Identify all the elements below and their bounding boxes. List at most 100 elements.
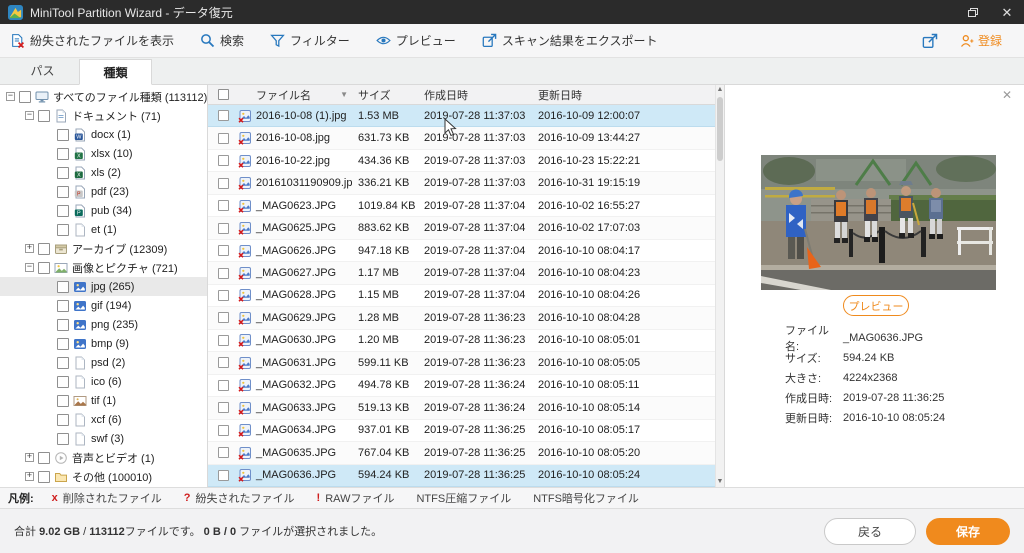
row-checkbox[interactable]	[217, 357, 229, 369]
tree-checkbox[interactable]	[57, 223, 69, 236]
row-checkbox[interactable]	[217, 110, 229, 122]
table-row[interactable]: _MAG0633.JPG 519.13 KB 2019-07-28 11:36:…	[208, 397, 715, 420]
column-header-filename[interactable]: ファイル名 ▼	[238, 87, 352, 103]
scroll-down-icon[interactable]: ▼	[716, 477, 724, 487]
tree-item[interactable]: X xlsx (10)	[0, 144, 207, 163]
tree-item[interactable]: − ドキュメント (71)	[0, 106, 207, 125]
tree-checkbox[interactable]	[57, 375, 69, 388]
tree-checkbox[interactable]	[57, 280, 69, 293]
expander-icon[interactable]: −	[6, 92, 15, 101]
table-row[interactable]: _MAG0630.JPG 1.20 MB 2019-07-28 11:36:23…	[208, 330, 715, 353]
table-row[interactable]: _MAG0628.JPG 1.15 MB 2019-07-28 11:37:04…	[208, 285, 715, 308]
tree-item[interactable]: P pub (34)	[0, 201, 207, 220]
toolbar-button-export[interactable]: スキャン結果をエクスポート	[482, 32, 657, 49]
tree-item[interactable]: − 画像とピクチャ (721)	[0, 258, 207, 277]
tree-checkbox[interactable]	[57, 432, 69, 445]
tree-item[interactable]: + その他 (100010)	[0, 467, 207, 486]
close-window-button[interactable]: ✕	[990, 0, 1024, 24]
row-checkbox[interactable]	[217, 334, 229, 346]
table-scrollbar[interactable]: ▲ ▼	[715, 85, 724, 487]
table-row[interactable]: 2016-10-08 (1).jpg 1.53 MB 2019-07-28 11…	[208, 105, 715, 128]
expander-icon[interactable]: +	[25, 472, 34, 481]
column-header-modified[interactable]: 更新日時	[532, 87, 715, 103]
row-checkbox[interactable]	[217, 379, 229, 391]
tree-item[interactable]: X xls (2)	[0, 163, 207, 182]
table-row[interactable]: _MAG0625.JPG 883.62 KB 2019-07-28 11:37:…	[208, 217, 715, 240]
tree-item[interactable]: swf (3)	[0, 429, 207, 448]
table-row[interactable]: _MAG0627.JPG 1.17 MB 2019-07-28 11:37:04…	[208, 262, 715, 285]
export-icon[interactable]	[922, 33, 938, 49]
scroll-up-icon[interactable]: ▲	[716, 85, 724, 95]
tree-item[interactable]: tif (1)	[0, 391, 207, 410]
tree-item[interactable]: et (1)	[0, 220, 207, 239]
tab-path[interactable]: パス	[6, 58, 79, 84]
tree-checkbox[interactable]	[38, 242, 50, 255]
table-row[interactable]: 2016-10-22.jpg 434.36 KB 2019-07-28 11:3…	[208, 150, 715, 173]
tree-checkbox[interactable]	[38, 470, 50, 483]
row-checkbox[interactable]	[217, 289, 229, 301]
table-row[interactable]: _MAG0635.JPG 767.04 KB 2019-07-28 11:36:…	[208, 442, 715, 465]
tree-checkbox[interactable]	[57, 204, 69, 217]
row-checkbox[interactable]	[217, 447, 229, 459]
tree-item[interactable]: P pdf (23)	[0, 182, 207, 201]
restore-window-button[interactable]	[956, 0, 990, 24]
row-checkbox[interactable]	[217, 200, 229, 212]
table-row[interactable]: _MAG0631.JPG 599.11 KB 2019-07-28 11:36:…	[208, 352, 715, 375]
preview-button[interactable]: プレビュー	[843, 295, 909, 316]
tree-item[interactable]: ico (6)	[0, 372, 207, 391]
tree-checkbox[interactable]	[57, 413, 69, 426]
tree-checkbox[interactable]	[57, 185, 69, 198]
tree-checkbox[interactable]	[57, 394, 69, 407]
tree-checkbox[interactable]	[57, 318, 69, 331]
tree-item[interactable]: psd (2)	[0, 353, 207, 372]
toolbar-button-show-lost-files[interactable]: 紛失されたファイルを表示	[10, 32, 174, 49]
tree-checkbox[interactable]	[57, 299, 69, 312]
tree-checkbox[interactable]	[38, 261, 50, 274]
row-checkbox[interactable]	[217, 245, 229, 257]
tree-item[interactable]: − すべてのファイル種類 (113112)	[0, 87, 207, 106]
row-checkbox[interactable]	[217, 155, 229, 167]
table-row[interactable]: _MAG0634.JPG 937.01 KB 2019-07-28 11:36:…	[208, 420, 715, 443]
table-row[interactable]: _MAG0626.JPG 947.18 KB 2019-07-28 11:37:…	[208, 240, 715, 263]
tree-checkbox[interactable]	[19, 90, 31, 103]
tree-checkbox[interactable]	[57, 147, 69, 160]
table-row[interactable]: 2016-10-08.jpg 631.73 KB 2019-07-28 11:3…	[208, 127, 715, 150]
save-button[interactable]: 保存	[926, 517, 1010, 545]
expander-icon[interactable]: +	[25, 244, 34, 253]
column-header-created[interactable]: 作成日時	[418, 87, 532, 103]
tree-item[interactable]: xcf (6)	[0, 410, 207, 429]
tree-checkbox[interactable]	[57, 337, 69, 350]
table-row[interactable]: _MAG0629.JPG 1.28 MB 2019-07-28 11:36:23…	[208, 307, 715, 330]
table-row[interactable]: _MAG0632.JPG 494.78 KB 2019-07-28 11:36:…	[208, 375, 715, 398]
table-row[interactable]: _MAG0623.JPG 1019.84 KB 2019-07-28 11:37…	[208, 195, 715, 218]
table-row[interactable]: _MAG0636.JPG 594.24 KB 2019-07-28 11:36:…	[208, 464, 715, 487]
expander-icon[interactable]: +	[25, 453, 34, 462]
table-row[interactable]: 20161031190909.jpg 336.21 KB 2019-07-28 …	[208, 172, 715, 195]
tree-checkbox[interactable]	[57, 166, 69, 179]
tree-item[interactable]: png (235)	[0, 315, 207, 334]
tree-checkbox[interactable]	[57, 356, 69, 369]
tree-checkbox[interactable]	[57, 128, 69, 141]
tree-item[interactable]: + 音声とビデオ (1)	[0, 448, 207, 467]
tree-item[interactable]: bmp (9)	[0, 334, 207, 353]
row-checkbox[interactable]	[217, 424, 229, 436]
toolbar-button-filter[interactable]: フィルター	[270, 32, 350, 49]
tree-checkbox[interactable]	[38, 451, 50, 464]
expander-icon[interactable]: −	[25, 111, 34, 120]
tree-item[interactable]: + アーカイブ (12309)	[0, 239, 207, 258]
toolbar-button-search[interactable]: 検索	[200, 32, 244, 49]
row-checkbox[interactable]	[217, 132, 229, 144]
row-checkbox[interactable]	[217, 222, 229, 234]
scrollbar-thumb[interactable]	[717, 97, 723, 161]
tree-item[interactable]: W docx (1)	[0, 125, 207, 144]
expander-icon[interactable]: −	[25, 263, 34, 272]
row-checkbox[interactable]	[217, 177, 229, 189]
row-checkbox[interactable]	[217, 402, 229, 414]
column-header-size[interactable]: サイズ	[352, 87, 418, 103]
select-all-checkbox[interactable]	[217, 89, 229, 100]
row-checkbox[interactable]	[217, 267, 229, 279]
row-checkbox[interactable]	[217, 312, 229, 324]
register-button[interactable]: 登録	[960, 32, 1002, 49]
toolbar-button-preview[interactable]: プレビュー	[376, 32, 456, 49]
tree-item[interactable]: jpg (265)	[0, 277, 207, 296]
